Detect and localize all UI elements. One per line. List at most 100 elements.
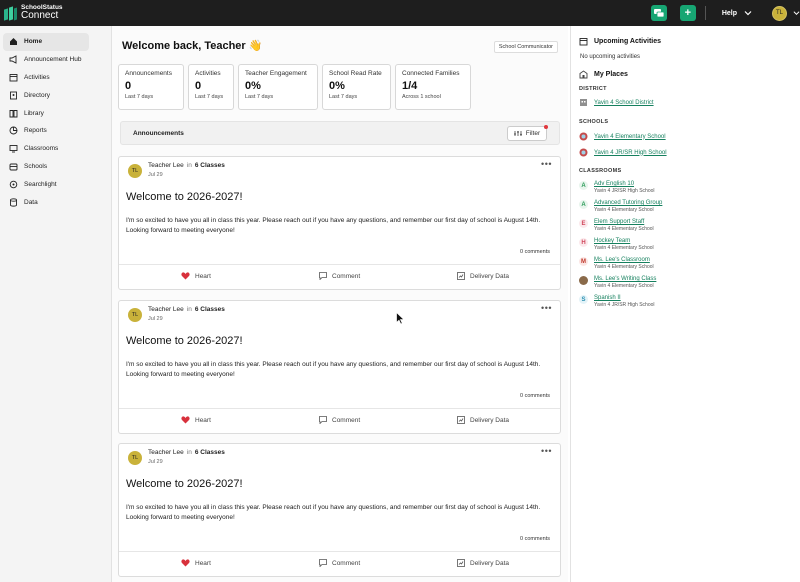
announcement-post: TL Teacher Lee in 6 Classes Jul 29 ••• Wel… <box>118 443 561 577</box>
stat-period: Last 7 days <box>125 94 154 100</box>
school-name: Yavin 4 Elementary School <box>594 133 666 140</box>
classroom-badge: A <box>579 200 588 209</box>
sidebar-item-data[interactable]: Data <box>3 193 89 211</box>
classroom-name: Advanced Tutoring Group <box>594 200 663 206</box>
delivery-data-label: Delivery Data <box>470 559 510 567</box>
post-classes-link[interactable]: 6 Classes <box>195 449 225 456</box>
author-name[interactable]: Teacher Lee <box>148 449 184 456</box>
classroom-link[interactable]: E Elem Support Staff Yavin 4 Elementary S… <box>579 218 654 233</box>
search-icon <box>9 180 18 189</box>
sidebar-item-directory[interactable]: Directory <box>3 86 89 104</box>
heart-icon <box>181 559 190 567</box>
top-bar: SchoolStatus Connect + Help TL <box>0 0 800 26</box>
heart-button[interactable]: Heart <box>181 272 211 280</box>
brand-product: Connect <box>21 10 59 22</box>
sidebar-item-reports[interactable]: Reports <box>3 122 89 140</box>
filter-label: Filter <box>525 130 541 137</box>
district-link[interactable]: Yavin 4 School District <box>579 98 654 107</box>
sidebar-item-announcement-hub[interactable]: Announcement Hub <box>3 51 89 69</box>
sidebar-item-label: Reports <box>24 127 47 135</box>
classroom-name: Spanish II <box>594 295 621 301</box>
author-initials: TL <box>131 168 139 174</box>
stat-period: Last 7 days <box>329 94 358 100</box>
classrooms-section-label: CLASSROOMS <box>579 168 622 174</box>
stat-label: Teacher Engagement <box>245 70 307 77</box>
messages-button[interactable] <box>650 5 667 21</box>
sidebar-item-classrooms[interactable]: Classrooms <box>3 140 89 158</box>
brand-logo-link[interactable]: SchoolStatus Connect <box>4 4 63 22</box>
classroom-link[interactable]: H Hockey Team Yavin 4 Elementary School <box>579 237 654 252</box>
database-icon <box>9 197 18 207</box>
classroom-school: Yavin 4 Elementary School <box>594 207 654 213</box>
classroom-badge: H <box>579 238 588 247</box>
comment-count[interactable]: 0 comments <box>520 536 550 542</box>
book-icon <box>9 109 18 118</box>
chevron-down-icon[interactable] <box>793 10 800 16</box>
comment-icon <box>319 559 327 567</box>
delivery-data-label: Delivery Data <box>470 416 510 424</box>
stat-label: Announcements <box>125 70 172 77</box>
post-author-line: Teacher Lee in 6 Classes <box>148 306 225 313</box>
sidebar-item-activities[interactable]: Activities <box>3 69 89 87</box>
heart-label: Heart <box>195 559 211 567</box>
more-options-icon[interactable]: ••• <box>541 446 552 456</box>
school-crest-icon <box>579 132 588 141</box>
heart-icon <box>181 416 190 424</box>
school-icon <box>9 162 18 171</box>
classroom-link[interactable]: A Advanced Tutoring Group Yavin 4 Element… <box>579 199 662 214</box>
classroom-badge-letter: S <box>581 296 586 303</box>
user-initials: TL <box>775 10 783 16</box>
heart-button[interactable]: Heart <box>181 416 211 424</box>
author-avatar[interactable]: TL <box>128 451 142 465</box>
author-avatar[interactable]: TL <box>128 308 142 322</box>
classroom-link[interactable]: M Ms. Lee's Classroom Yavin 4 Elementary … <box>579 256 654 271</box>
create-button[interactable]: + <box>679 5 696 21</box>
comment-button[interactable]: Comment <box>319 416 360 424</box>
post-date: Jul 29 <box>148 316 163 322</box>
comment-count[interactable]: 0 comments <box>520 249 550 255</box>
classroom-badge: M <box>579 257 588 266</box>
filter-button[interactable]: Filter <box>507 125 548 141</box>
delivery-data-button[interactable]: Delivery Data <box>457 272 509 280</box>
user-avatar-button[interactable]: TL <box>772 5 787 21</box>
delivery-data-label: Delivery Data <box>470 272 510 280</box>
author-avatar[interactable]: TL <box>128 164 142 178</box>
help-menu-button[interactable]: Help <box>722 10 752 17</box>
sidebar-item-searchlight[interactable]: Searchlight <box>3 175 89 193</box>
comment-count[interactable]: 0 comments <box>520 393 550 399</box>
delivery-data-button[interactable]: Delivery Data <box>457 416 509 424</box>
classroom-link[interactable]: S Spanish II Yavin 4 JR/SR High School <box>579 294 655 309</box>
comment-button[interactable]: Comment <box>319 559 360 567</box>
heart-label: Heart <box>195 416 211 424</box>
author-name[interactable]: Teacher Lee <box>148 306 184 313</box>
post-classes-link[interactable]: 6 Classes <box>195 306 225 313</box>
comment-button[interactable]: Comment <box>319 272 360 280</box>
right-panel: Upcoming Activities No upcoming activiti… <box>570 26 800 582</box>
sidebar-item-schools[interactable]: Schools <box>3 158 89 176</box>
sidebar-item-label: Home <box>24 38 43 46</box>
author-in-label: in <box>186 162 192 169</box>
heart-button[interactable]: Heart <box>181 559 211 567</box>
more-options-icon[interactable]: ••• <box>541 159 552 169</box>
delivery-data-button[interactable]: Delivery Data <box>457 559 509 567</box>
school-link[interactable]: Yavin 4 Elementary School <box>579 132 666 141</box>
stat-label: Activities <box>195 70 221 77</box>
sidebar-item-library[interactable]: Library <box>3 104 89 122</box>
classroom-link[interactable]: Ms. Lee's Writing Class Yavin 4 Elementar… <box>579 275 656 290</box>
author-name[interactable]: Teacher Lee <box>148 162 184 169</box>
stat-value: 0% <box>245 80 261 92</box>
upcoming-activities-heading: Upcoming Activities <box>579 37 661 46</box>
post-title: Welcome to 2026-2027! <box>126 478 243 490</box>
stat-card-school-read-rate: School Read Rate 0% Last 7 days <box>322 64 391 110</box>
classroom-link[interactable]: A Adv English 10 Yavin 4 JR/SR High Schoo… <box>579 180 655 195</box>
classroom-badge-letter: M <box>581 258 586 265</box>
post-classes-link[interactable]: 6 Classes <box>195 162 225 169</box>
school-crest-icon <box>579 148 588 157</box>
school-link[interactable]: Yavin 4 JR/SR High School <box>579 148 667 157</box>
post-title: Welcome to 2026-2027! <box>126 335 243 347</box>
classroom-school: Yavin 4 Elementary School <box>594 283 654 289</box>
more-options-icon[interactable]: ••• <box>541 303 552 313</box>
divider <box>119 408 560 409</box>
stat-card-activities: Activities 0 Last 7 days <box>188 64 234 110</box>
sidebar-item-home[interactable]: Home <box>3 33 89 51</box>
